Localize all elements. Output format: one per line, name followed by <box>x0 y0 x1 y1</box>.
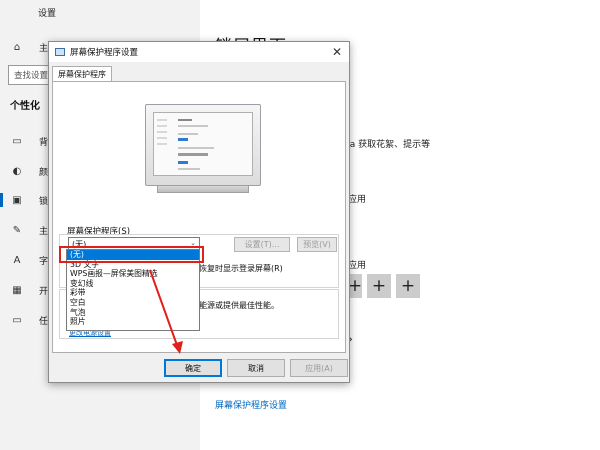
annotation-highlight-box <box>59 246 204 263</box>
add-app-button[interactable]: + <box>396 274 420 298</box>
close-icon[interactable]: ✕ <box>332 45 342 59</box>
login-on-resume-label: 恢复时显示登录屏幕(R) <box>199 264 283 273</box>
monitor-icon <box>55 48 65 56</box>
dropdown-option-blank[interactable]: 空白 <box>67 298 199 308</box>
apply-text-2: 应用 <box>348 261 367 271</box>
spotlight-text: na 获取花絮、提示等 <box>344 140 431 150</box>
monitor-screen <box>153 112 253 176</box>
palette-icon: ◐ <box>12 165 22 177</box>
font-icon: A <box>13 254 21 266</box>
dropdown-option-ribbons[interactable]: 彩带 <box>67 288 199 298</box>
tab-screensaver[interactable]: 屏幕保护程序 <box>52 66 112 82</box>
power-description: 能源或提供最佳性能。 <box>199 301 279 310</box>
ok-button[interactable]: 确定 <box>164 359 222 377</box>
preview-button[interactable]: 预览(V) <box>297 237 337 252</box>
settings-button[interactable]: 设置(T)... <box>234 237 290 252</box>
add-app-button[interactable]: + <box>367 274 391 298</box>
screensaver-dialog: 屏幕保护程序设置 ✕ 屏幕保护程序 屏幕保护程序(S) (无) ⌄ 设置(T).… <box>48 41 350 383</box>
lock-screen-icon: ▣ <box>12 194 22 206</box>
window-title: 设置 <box>38 9 57 19</box>
add-app-button[interactable]: + <box>348 274 362 298</box>
active-indicator <box>0 193 3 207</box>
dropdown-option-mystify[interactable]: 变幻线 <box>67 279 199 289</box>
dropdown-option-wps[interactable]: WPS画报—屏保美图精选 <box>67 269 199 279</box>
apply-button[interactable]: 应用(A) <box>290 359 348 377</box>
dialog-title: 屏幕保护程序设置 <box>70 48 139 58</box>
section-title: 个性化 <box>10 101 40 112</box>
taskbar-icon: ▭ <box>12 314 22 326</box>
brush-icon: ✎ <box>12 224 22 236</box>
start-icon: ▦ <box>12 284 22 296</box>
cancel-button[interactable]: 取消 <box>227 359 285 377</box>
apply-text-1: 应用 <box>348 195 367 205</box>
dropdown-option-photos[interactable]: 照片 <box>67 317 199 327</box>
screensaver-settings-link[interactable]: 屏幕保护程序设置 <box>215 398 287 411</box>
home-icon: ⌂ <box>13 41 21 53</box>
dropdown-option-bubbles[interactable]: 气泡 <box>67 308 199 318</box>
monitor-preview <box>145 104 261 186</box>
monitor-stand <box>157 186 249 193</box>
dialog-titlebar[interactable]: 屏幕保护程序设置 ✕ <box>49 42 349 62</box>
image-icon: ▭ <box>12 135 22 147</box>
